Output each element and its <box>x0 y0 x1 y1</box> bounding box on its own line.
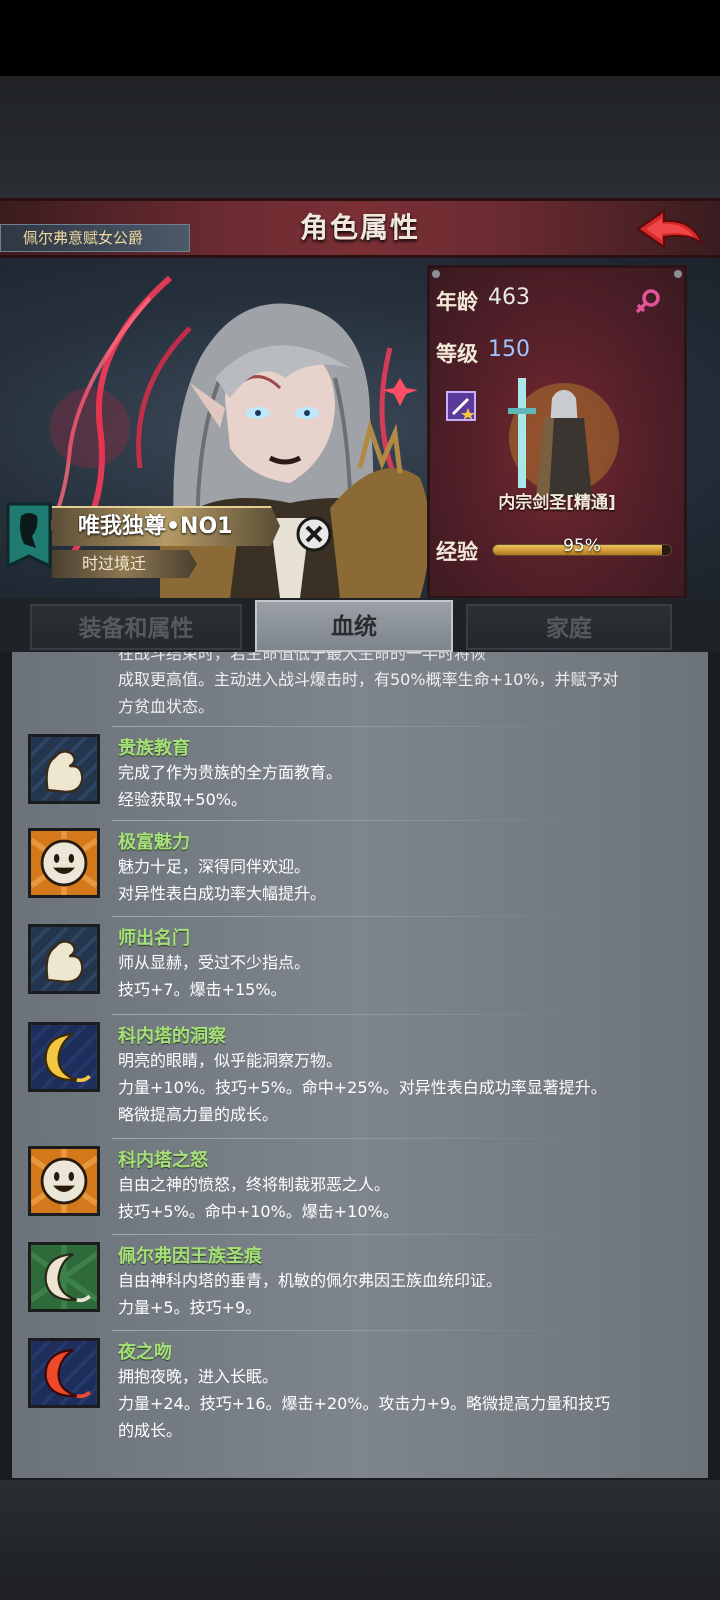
tab-equipment[interactable]: 装备和属性 <box>30 604 242 650</box>
noble-title-badge: 佩尔弗意赋女公爵 <box>0 224 190 252</box>
trait-desc-line: 魅力十足，深得同伴欢迎。 <box>118 857 311 876</box>
trait-desc-line: 技巧+5%。命中+10%。爆击+10%。 <box>118 1202 399 1221</box>
tab-family[interactable]: 家庭 <box>466 604 672 650</box>
close-icon[interactable] <box>296 516 332 552</box>
level-label: 等级 <box>436 342 478 366</box>
age-value: 463 <box>488 285 530 310</box>
trait-desc-line: 成取更高值。主动进入战斗爆击时，有50%概率生命+10%，并赋予对 <box>118 670 619 689</box>
trait-desc-line: 经验获取+50%。 <box>118 790 247 809</box>
trait-name: 贵族教育 <box>118 738 190 759</box>
panel-pin <box>432 270 440 278</box>
crescent-moon-icon <box>28 1022 100 1092</box>
trait-desc: 自由之神的愤怒，终将制裁邪恶之人。 技巧+5%。命中+10%。爆击+10%。 <box>118 1171 698 1225</box>
trait-desc-line: 明亮的眼睛，似乎能洞察万物。 <box>118 1051 343 1070</box>
trait-divider <box>112 1234 592 1235</box>
trait-desc: 完成了作为贵族的全方面教育。 经验获取+50%。 <box>118 759 698 813</box>
bottom-backdrop <box>0 1480 720 1600</box>
status-bar-area <box>0 0 720 76</box>
female-symbol-icon <box>635 289 660 314</box>
trait-name: 佩尔弗因王族圣痕 <box>118 1246 262 1267</box>
trait-divider <box>112 820 592 821</box>
trait-divider <box>112 1330 592 1331</box>
trait-desc-line: 略微提高力量的成长。 <box>118 1105 279 1124</box>
smile-face-icon <box>28 828 100 898</box>
trait-divider <box>112 916 592 917</box>
trait-divider <box>112 1014 592 1015</box>
trait-divider <box>112 1138 592 1139</box>
smile-face-icon <box>28 1146 100 1216</box>
level-value: 150 <box>488 337 530 362</box>
back-arrow-icon[interactable] <box>634 207 706 251</box>
trait-desc-line: 力量+24。技巧+16。爆击+20%。攻击力+9。略微提高力量和技巧 <box>118 1394 611 1413</box>
stats-panel: 年龄 463 等级 150 内宗剑圣[精通] 经验 95% <box>427 265 687 599</box>
exp-percent: 95% <box>563 536 601 556</box>
trait-divider <box>112 726 592 727</box>
trait-name: 极富魅力 <box>118 832 190 853</box>
trait-desc: 拥抱夜晚，进入长眠。 力量+24。技巧+16。爆击+20%。攻击力+9。略微提高… <box>118 1363 698 1444</box>
trait-desc-line: 完成了作为贵族的全方面教育。 <box>118 763 343 782</box>
tab-bar: 装备和属性 血统 家庭 <box>0 598 720 652</box>
trait-desc-line: 在战斗结束时，若生命值低于最大生命的一半时将恢 <box>118 652 487 663</box>
arm-icon <box>28 734 100 804</box>
trait-desc-line: 自由神科内塔的垂青，机敏的佩尔弗因王族血统印证。 <box>118 1271 503 1290</box>
panel-pin <box>674 270 682 278</box>
crescent-moon-icon <box>28 1242 100 1312</box>
trait-desc-line: 拥抱夜晚，进入长眠。 <box>118 1367 279 1386</box>
trait-desc: 明亮的眼睛，似乎能洞察万物。 力量+10%。技巧+5%。命中+25%。对异性表白… <box>118 1047 698 1128</box>
trait-desc-line: 自由之神的愤怒，终将制裁邪恶之人。 <box>118 1175 391 1194</box>
faction-banner-icon[interactable] <box>6 502 52 568</box>
trait-name: 科内塔的洞察 <box>118 1026 226 1047</box>
trait-desc-line: 对异性表白成功率大幅提升。 <box>118 884 327 903</box>
trait-desc-line: 师从显赫，受过不少指点。 <box>118 953 311 972</box>
sword-class-icon[interactable] <box>446 391 476 421</box>
trait-name: 师出名门 <box>118 928 190 949</box>
trait-desc: 魅力十足，深得同伴欢迎。 对异性表白成功率大幅提升。 <box>118 853 698 907</box>
tab-bloodline[interactable]: 血统 <box>255 600 453 652</box>
character-subtitle: 时过境迁 <box>82 554 147 573</box>
class-name: 内宗剑圣[精通] <box>498 493 616 513</box>
name-plate: 唯我独尊•NO1 时过境迁 <box>0 500 285 580</box>
trait-desc-line: 力量+10%。技巧+5%。命中+25%。对异性表白成功率显著提升。 <box>118 1078 607 1097</box>
character-name: 唯我独尊•NO1 <box>78 514 233 539</box>
trait-desc: 成取更高值。主动进入战斗爆击时，有50%概率生命+10%，并赋予对 方贫血状态。 <box>118 666 698 720</box>
trait-desc: 师从显赫，受过不少指点。 技巧+7。爆击+15%。 <box>118 949 698 1003</box>
top-backdrop <box>0 76 720 198</box>
trait-desc-line: 方贫血状态。 <box>118 697 215 716</box>
exp-label: 经验 <box>436 540 478 564</box>
trait-list[interactable]: 在战斗结束时，若生命值低于最大生命的一半时将恢 成取更高值。主动进入战斗爆击时，… <box>12 652 708 1478</box>
trait-name: 夜之吻 <box>118 1342 172 1363</box>
age-label: 年龄 <box>436 290 478 314</box>
crescent-moon-icon <box>28 1338 100 1408</box>
trait-desc-line: 力量+5。技巧+9。 <box>118 1298 262 1317</box>
trait-name: 科内塔之怒 <box>118 1150 208 1171</box>
arm-icon <box>28 924 100 994</box>
trait-desc: 自由神科内塔的垂青，机敏的佩尔弗因王族血统印证。 力量+5。技巧+9。 <box>118 1267 698 1321</box>
trait-desc-line: 的成长。 <box>118 1421 183 1440</box>
trait-desc-line: 技巧+7。爆击+15%。 <box>118 980 287 999</box>
